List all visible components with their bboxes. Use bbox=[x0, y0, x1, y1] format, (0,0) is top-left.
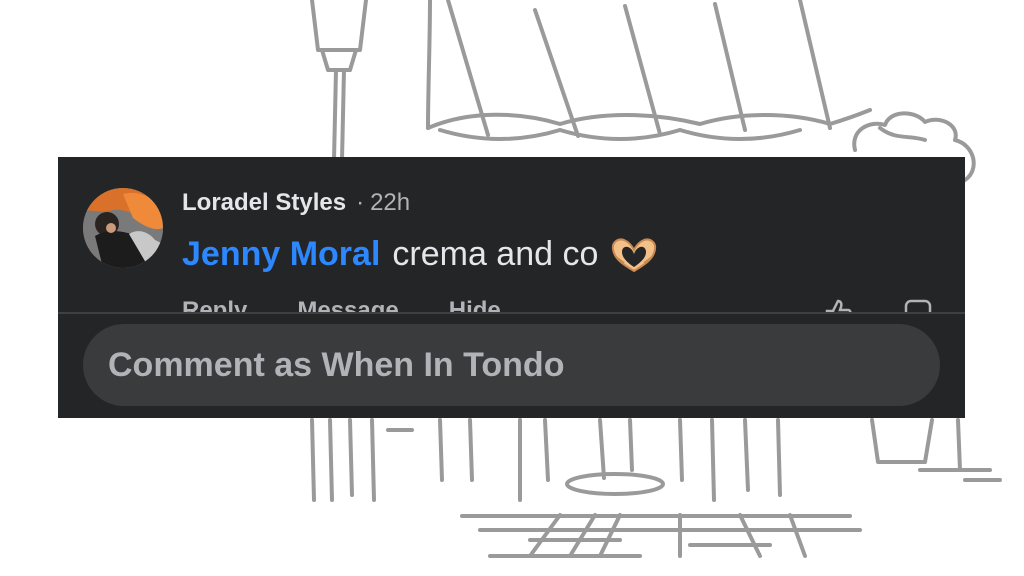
mention-link[interactable]: Jenny Moral bbox=[182, 235, 380, 274]
timestamp[interactable]: 22h bbox=[370, 189, 410, 217]
comment-input-placeholder: Comment as When In Tondo bbox=[108, 345, 565, 384]
comment-text: crema and co bbox=[392, 235, 599, 273]
comment-body: Jenny Moral crema and co bbox=[182, 235, 658, 274]
comment-item: Loradel Styles · 22h Jenny Moral crema a… bbox=[58, 157, 965, 327]
separator-dot: · bbox=[356, 189, 365, 216]
comment-header: Loradel Styles · 22h bbox=[182, 189, 410, 221]
comment-input[interactable]: Comment as When In Tondo bbox=[83, 324, 940, 406]
avatar[interactable] bbox=[83, 188, 163, 268]
screen: Loradel Styles · 22h Jenny Moral crema a… bbox=[0, 0, 1024, 576]
heart-hands-icon bbox=[610, 237, 658, 273]
comment-composer: Comment as When In Tondo bbox=[58, 314, 965, 418]
comment-panel: Loradel Styles · 22h Jenny Moral crema a… bbox=[58, 157, 965, 418]
author-name[interactable]: Loradel Styles bbox=[182, 189, 346, 217]
avatar-photo bbox=[83, 188, 163, 268]
